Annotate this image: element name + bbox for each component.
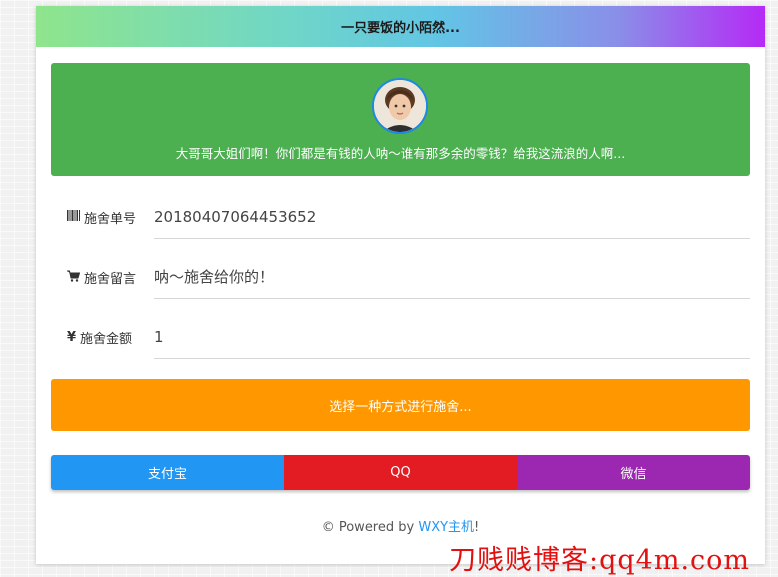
qq-pay-button[interactable]: QQ xyxy=(284,455,517,490)
order-number-row: 施舍单号 20180407064453652 xyxy=(51,198,750,239)
child-avatar-icon xyxy=(374,80,426,132)
amount-row: ¥ 施舍金额 1 xyxy=(51,318,750,359)
message-label: 施舍留言 xyxy=(84,272,137,287)
banner-message: 大哥哥大姐们啊！你们都是有钱的人呐～谁有那多余的零钱？给我这流浪的人啊... xyxy=(175,146,626,161)
footer: © Powered by WXY主机! xyxy=(321,520,480,535)
message-field[interactable]: 呐～施舍给你的！ xyxy=(154,258,750,299)
amount-label: 施舍金额 xyxy=(80,332,133,347)
watermark: 刀贱贱博客:qq4m.com xyxy=(449,545,751,576)
barcode-icon xyxy=(67,210,80,225)
message-banner: 大哥哥大姐们啊！你们都是有钱的人呐～谁有那多余的零钱？给我这流浪的人啊... xyxy=(51,63,750,176)
yen-icon: ¥ xyxy=(67,330,77,345)
payment-methods: 支付宝 QQ 微信 xyxy=(51,455,750,490)
cart-icon xyxy=(67,270,81,286)
order-number-label: 施舍单号 xyxy=(84,212,137,227)
amount-field[interactable]: 1 xyxy=(154,318,750,359)
wxy-host-link[interactable]: WXY主机 xyxy=(418,520,474,535)
wechat-pay-button[interactable]: 微信 xyxy=(517,455,750,490)
donation-card: 一只要饭的小陌然... 大哥哥大姐们啊！你们都是有钱的人呐～谁有那多余的零钱？给… xyxy=(36,6,765,564)
choose-method-button[interactable]: 选择一种方式进行施舍... xyxy=(51,379,750,431)
card-header: 一只要饭的小陌然... xyxy=(36,6,765,47)
header-title: 一只要饭的小陌然... xyxy=(341,21,460,36)
avatar xyxy=(372,78,428,134)
alipay-button[interactable]: 支付宝 xyxy=(51,455,284,490)
message-row: 施舍留言 呐～施舍给你的！ xyxy=(51,258,750,299)
order-number-field[interactable]: 20180407064453652 xyxy=(154,198,750,239)
